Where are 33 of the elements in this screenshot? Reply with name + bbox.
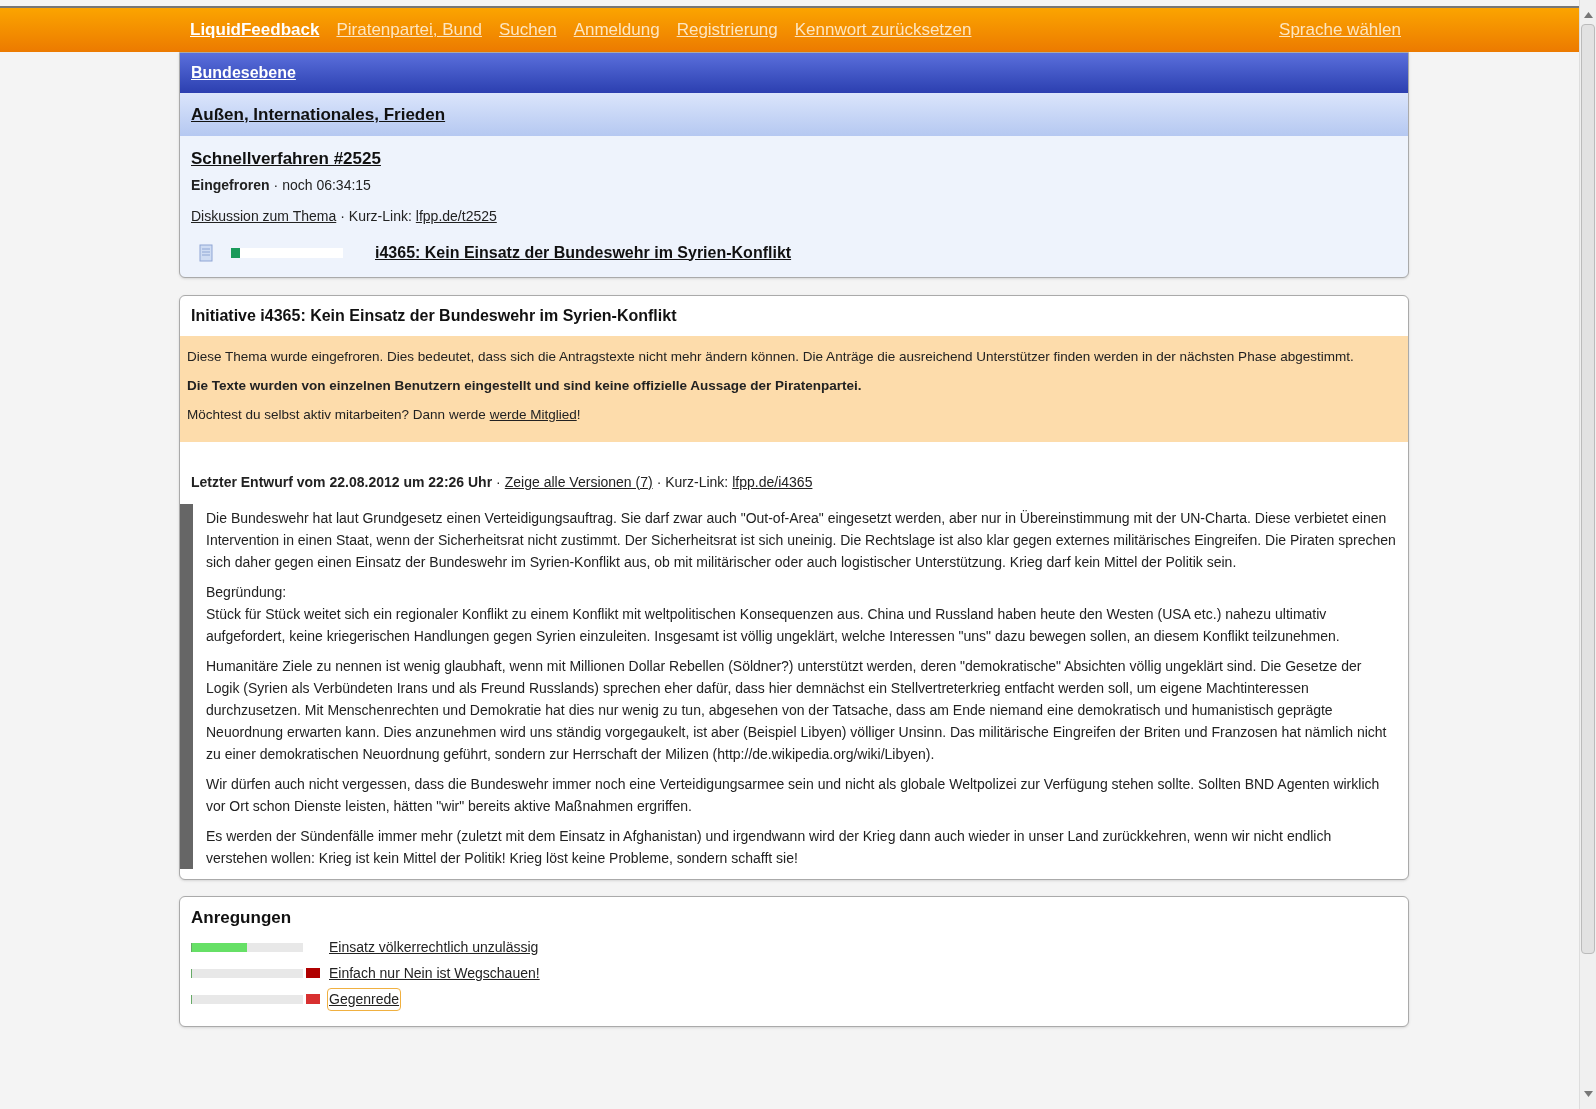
suggestion-link[interactable]: Einfach nur Nein ist Wegschauen! xyxy=(327,961,542,985)
initiative-heading: Initiative i4365: Kein Einsatz der Bundeswehr im Syrien-Konflikt xyxy=(190,305,678,326)
notice-text: Diese Thema wurde eingefroren. Dies bedeutet, dass sich die Antragstexte nicht mehr ändern können. Die Anträge die ausreichend Unterstützer finden werden in der nächsten Phase abgestimmt. xyxy=(187,348,1355,364)
join-end: ! xyxy=(576,406,581,422)
draft-paragraph: Begründung: Stück für Stück weitet sich ein regionaler Konflikt zu einem Konflikt mit weltpolitischen Konsequenzen aus. China und Russland haben heute den Westen (USA etc.) nahezu ultimativ aufgefordert, keine kriegerischen Handlungen gegen Syrien einzuleiten. Insgesamt ist völlig ungeklärt, welche Interessen "uns" dazu bewegen sollen, an diesem Konflikt teilzunehmen. xyxy=(206,582,1341,646)
draft-paragraph: Es werden der Sündenfälle immer mehr (zuletzt mit dem Einsatz in Afghanistan) und irgendwann wird der Krieg dann auch wieder in unser Land zurückkehren, wenn wir nicht endlich verstehen wollen: Krieg ist kein Mittel der Politik! Krieg löst keine Probleme, sondern schafft sie! xyxy=(206,826,1333,868)
suggestion-link[interactable]: Einsatz völkerrechtlich unzulässig xyxy=(327,935,541,959)
shortlink-label: · Kurz-Link: xyxy=(340,206,412,226)
draft-paragraph: Humanitäre Ziele zu nennen ist wenig glaubhaft, wenn mit Millionen Dollar Rebellen (Söldner?) unterstützt werden, deren "demokratische" Absichten völlig ungeklärt sind. Die Gesetze der Logik (Syrien als Verbündeten Irans und als Freund Russlands) sprechen eher dafür, dass hier demnächst ein Stellvertreterkrieg entfacht werden soll, um eigene Machtinteressen durchzusetzen. Mit Menschenrechten und Demokratie hat dies nur wenig zu tun, abgesehen von der Tatsache, dass am Ende niemand eine demokratisch und humanistisch geprägte Neuordnung erwarten kann. Dies anzunehmen wird uns ständig vorgegaukelt, ist aber (Beispiel Libyen) völliger Unsinn. Das militärische Eingreifen der Briten und Franzosen hat nämlich nicht zu einer demokratischen Neuordnung geführt, sondern zur Herrschaft der Milizen (http://de.wikipedia.org/wiki/Libyen). xyxy=(206,656,1388,764)
member-link[interactable]: werde Mitglied xyxy=(489,406,577,422)
join-text: Möchtest du selbst aktiv mitarbeiten? Dann werde xyxy=(187,406,486,422)
suggestion-link[interactable]: Gegenrede xyxy=(327,987,402,1011)
shortlink[interactable]: lfpp.de/t2525 xyxy=(415,205,497,227)
separator: · xyxy=(496,472,501,492)
draft-paragraph: Die Bundeswehr hat laut Grundgesetz einen Verteidigungsauftrag. Sie darf zwar auch "Out-of-Area" eingesetzt werden, aber nur in Übereinstimmung mit der UN-Charta. Diese verbietet einen Intervention in einen Staat, wenn der Sicherheitsrat nicht zustimmt. Der Sicherheitsrat ist sich uneinig. Die Rechtslage ist also klar gegen externes militärisches Eingreifen. Die Piraten sprechen sich daher gegen einen Einsatz der Bundeswehr im Syrien-Konflikt aus, ob mit militärischer oder auch logistischer Unterstützung. Krieg darf kein Mittel der Politik sein. xyxy=(206,508,1396,572)
shortlink-label: · Kurz-Link: xyxy=(656,472,729,492)
issue-title-link[interactable]: Schnellverfahren #2525 xyxy=(191,146,381,172)
unit-link[interactable]: Bundesebene xyxy=(191,61,296,85)
suggestions-heading: Anregungen xyxy=(191,906,293,929)
scroll-up-icon[interactable] xyxy=(1583,12,1593,18)
issue-state: Eingefroren xyxy=(191,175,270,195)
area-link[interactable]: Außen, Internationales, Frieden xyxy=(191,101,446,128)
scroll-thumb[interactable] xyxy=(1581,24,1595,954)
versions-link[interactable]: Zeige alle Versionen (7) xyxy=(504,471,653,493)
initiative-link[interactable]: i4365: Kein Einsatz der Bundeswehr im Syrien-Konflikt xyxy=(375,240,792,265)
shortlink[interactable]: lfpp.de/i4365 xyxy=(732,471,813,493)
issue-time: · noch 06:34:15 xyxy=(273,175,371,195)
disclaimer-text: Die Texte wurden von einzelnen Benutzern eingestellt und sind keine offizielle Aussage der Piratenpartei. xyxy=(187,377,863,393)
draft-paragraph: Wir dürfen auch nicht vergessen, dass die Bundeswehr immer noch eine Verteidigungsarmee sein und nicht als globale Weltpolizei zur Verfügung stehen sollte. Sollten BND Agenten wirklich vor Ort schon Dienste leisten, hätten "wir" bereits aktive Maßnahmen ergriffen. xyxy=(206,774,1381,816)
document-icon xyxy=(199,243,213,262)
discussion-link[interactable]: Diskussion zum Thema xyxy=(191,205,337,227)
draft-date: Letzter Entwurf vom 22.08.2012 um 22:26 Uhr xyxy=(191,472,493,492)
scroll-down-icon[interactable] xyxy=(1583,1091,1593,1097)
